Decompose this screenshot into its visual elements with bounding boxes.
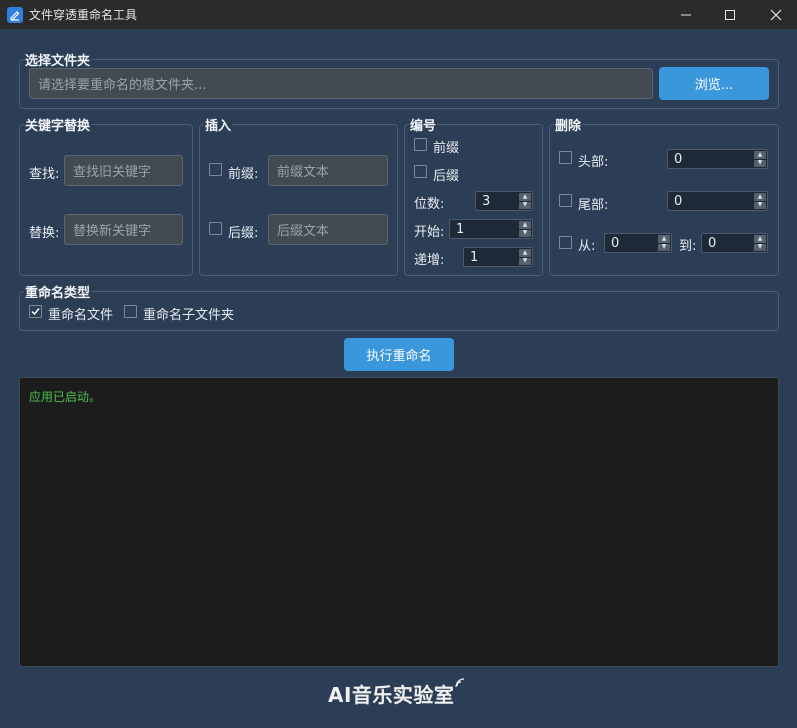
delete-to-label: 到:: [679, 239, 697, 254]
spin-down-icon[interactable]: ▼: [658, 243, 670, 251]
insert-suffix-label: 后缀:: [228, 226, 259, 241]
delete-title: 删除: [554, 115, 583, 134]
insert-suffix-input[interactable]: 后缀文本: [268, 214, 388, 245]
delete-head-spinbox[interactable]: 0 ▲ ▼: [667, 149, 768, 169]
folder-select-title: 选择文件夹: [24, 50, 92, 69]
spin-up-icon[interactable]: ▲: [519, 249, 531, 257]
keyword-replace-title: 关键字替换: [24, 115, 92, 134]
delete-to-spinbox[interactable]: 0 ▲ ▼: [701, 233, 768, 253]
rename-files-checkbox[interactable]: [29, 305, 42, 318]
delete-from-value: 0: [611, 235, 620, 251]
delete-head-value: 0: [674, 151, 683, 167]
maximize-icon[interactable]: [707, 0, 753, 29]
spin-down-icon[interactable]: ▼: [519, 257, 531, 265]
start-value: 1: [456, 221, 465, 237]
find-input[interactable]: 查找旧关键字: [64, 155, 183, 186]
rename-type-title: 重命名类型: [24, 282, 92, 301]
spin-down-icon[interactable]: ▼: [519, 229, 531, 237]
delete-range-checkbox[interactable]: [559, 236, 572, 249]
spin-up-icon[interactable]: ▲: [658, 235, 670, 243]
spin-up-icon[interactable]: ▲: [519, 221, 531, 229]
insert-title: 插入: [204, 115, 233, 134]
delete-to-value: 0: [708, 235, 717, 251]
start-label: 开始:: [414, 225, 445, 240]
numbering-title: 编号: [409, 115, 438, 134]
watermark-text: AI音乐实验室: [328, 683, 455, 707]
spin-down-icon[interactable]: ▼: [754, 201, 766, 209]
step-value: 1: [470, 249, 479, 265]
spin-up-icon[interactable]: ▲: [754, 235, 766, 243]
numbering-prefix-label: 前缀: [433, 141, 460, 156]
spin-down-icon[interactable]: ▼: [519, 201, 531, 209]
step-spinbox[interactable]: 1 ▲ ▼: [463, 247, 533, 267]
rename-subfolders-checkbox[interactable]: [124, 305, 137, 318]
window-title: 文件穿透重命名工具: [29, 8, 138, 22]
replace-input[interactable]: 替换新关键字: [64, 214, 183, 245]
delete-tail-spinbox[interactable]: 0 ▲ ▼: [667, 191, 768, 211]
find-label: 查找:: [29, 167, 60, 182]
folder-path-input[interactable]: 请选择要重命名的根文件夹...: [29, 68, 653, 99]
signal-icon: [455, 678, 465, 688]
delete-head-checkbox[interactable]: [559, 151, 572, 164]
digits-spinbox[interactable]: 3 ▲ ▼: [475, 191, 533, 211]
insert-prefix-label: 前缀:: [228, 167, 259, 182]
execute-rename-button[interactable]: 执行重命名: [344, 338, 454, 371]
rename-files-label: 重命名文件: [48, 308, 114, 323]
numbering-suffix-checkbox[interactable]: [414, 165, 427, 178]
checkmark-icon: [31, 308, 40, 316]
minimize-icon[interactable]: [663, 0, 709, 29]
start-spinbox[interactable]: 1 ▲ ▼: [449, 219, 533, 239]
title-bar: 文件穿透重命名工具: [0, 0, 797, 29]
delete-head-label: 头部:: [578, 155, 609, 170]
delete-tail-checkbox[interactable]: [559, 194, 572, 207]
spin-down-icon[interactable]: ▼: [754, 243, 766, 251]
delete-from-spinbox[interactable]: 0 ▲ ▼: [604, 233, 672, 253]
spin-up-icon[interactable]: ▲: [754, 193, 766, 201]
insert-prefix-input[interactable]: 前缀文本: [268, 155, 388, 186]
insert-suffix-checkbox[interactable]: [209, 222, 222, 235]
keyword-replace-group: 关键字替换: [19, 115, 193, 276]
spin-down-icon[interactable]: ▼: [754, 159, 766, 167]
log-line: 应用已启动。: [29, 390, 102, 404]
digits-label: 位数:: [414, 197, 445, 212]
digits-value: 3: [482, 193, 491, 209]
browse-button[interactable]: 浏览...: [659, 67, 769, 100]
replace-label: 替换:: [29, 226, 60, 241]
insert-group: 插入: [199, 115, 398, 276]
rename-subfolders-label: 重命名子文件夹: [143, 308, 235, 323]
step-label: 递增:: [414, 253, 445, 268]
numbering-prefix-checkbox[interactable]: [414, 138, 427, 151]
numbering-suffix-label: 后缀: [433, 169, 460, 184]
delete-from-label: 从:: [578, 239, 596, 254]
app-icon: [7, 6, 23, 23]
delete-tail-label: 尾部:: [578, 198, 609, 213]
log-output: 应用已启动。: [19, 377, 779, 667]
watermark-logo: AI音乐实验室: [328, 678, 465, 708]
close-icon[interactable]: [753, 0, 797, 29]
delete-tail-value: 0: [674, 193, 683, 209]
spin-up-icon[interactable]: ▲: [519, 193, 531, 201]
spin-up-icon[interactable]: ▲: [754, 151, 766, 159]
insert-prefix-checkbox[interactable]: [209, 163, 222, 176]
